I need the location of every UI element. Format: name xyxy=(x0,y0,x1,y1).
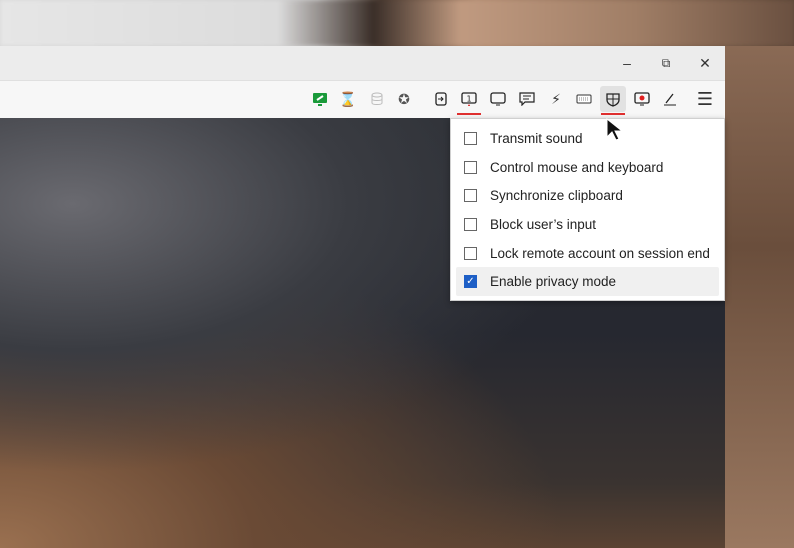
toolbar: ⌛ ✪ 1 ⚡︎ ☰ xyxy=(0,80,725,118)
menu-item-enable-privacy-mode[interactable]: ✓ Enable privacy mode xyxy=(456,267,719,297)
star-icon[interactable]: ✪ xyxy=(391,86,417,112)
pen-icon[interactable] xyxy=(657,86,683,112)
menu-item-label: Enable privacy mode xyxy=(490,274,617,290)
checkbox[interactable] xyxy=(464,217,477,231)
close-icon[interactable]: ✕ xyxy=(690,52,720,74)
database-icon[interactable] xyxy=(364,86,390,112)
title-bar: – ⧉ ✕ xyxy=(0,46,725,80)
checkbox[interactable] xyxy=(464,189,477,203)
record-icon[interactable] xyxy=(629,86,655,112)
checkbox[interactable] xyxy=(464,160,477,174)
minimize-icon[interactable]: – xyxy=(612,52,642,74)
active-underline xyxy=(457,113,481,115)
menu-item-control-mouse-keyboard[interactable]: Control mouse and keyboard xyxy=(456,153,719,182)
menu-item-synchronize-clipboard[interactable]: Synchronize clipboard xyxy=(456,181,719,210)
desktop-background xyxy=(0,0,794,46)
menu-item-label: Lock remote account on session end xyxy=(490,245,710,261)
menu-item-label: Control mouse and keyboard xyxy=(490,159,664,175)
chat-icon[interactable] xyxy=(514,86,540,112)
keyboard-icon[interactable] xyxy=(571,86,597,112)
monitor-1-icon[interactable]: 1 xyxy=(456,86,482,115)
lightning-icon[interactable]: ⚡︎ xyxy=(543,86,569,112)
menu-item-lock-remote-account[interactable]: Lock remote account on session end xyxy=(456,239,719,268)
menu-icon[interactable]: ☰ xyxy=(692,86,718,112)
desktop-background-right xyxy=(725,46,794,548)
hourglass-icon[interactable]: ⌛ xyxy=(335,86,361,112)
svg-text:1: 1 xyxy=(466,95,471,104)
active-underline xyxy=(601,113,625,115)
menu-item-transmit-sound[interactable]: Transmit sound xyxy=(456,124,719,153)
menu-item-label: Transmit sound xyxy=(490,130,583,146)
checkbox[interactable] xyxy=(464,131,477,145)
checkbox[interactable] xyxy=(464,246,477,260)
shield-icon[interactable] xyxy=(600,86,626,115)
checkbox-checked[interactable]: ✓ xyxy=(464,275,477,289)
session-login-icon[interactable] xyxy=(428,86,454,112)
display-icon[interactable] xyxy=(485,86,511,112)
menu-item-label: Synchronize clipboard xyxy=(490,188,623,204)
options-dropdown-menu: Transmit sound Control mouse and keyboar… xyxy=(450,118,725,301)
mouse-cursor-icon xyxy=(606,117,624,147)
menu-item-label: Block user’s input xyxy=(490,216,597,232)
restore-icon[interactable]: ⧉ xyxy=(651,52,681,74)
connection-status-icon[interactable] xyxy=(307,86,333,112)
menu-item-block-user-input[interactable]: Block user’s input xyxy=(456,210,719,239)
